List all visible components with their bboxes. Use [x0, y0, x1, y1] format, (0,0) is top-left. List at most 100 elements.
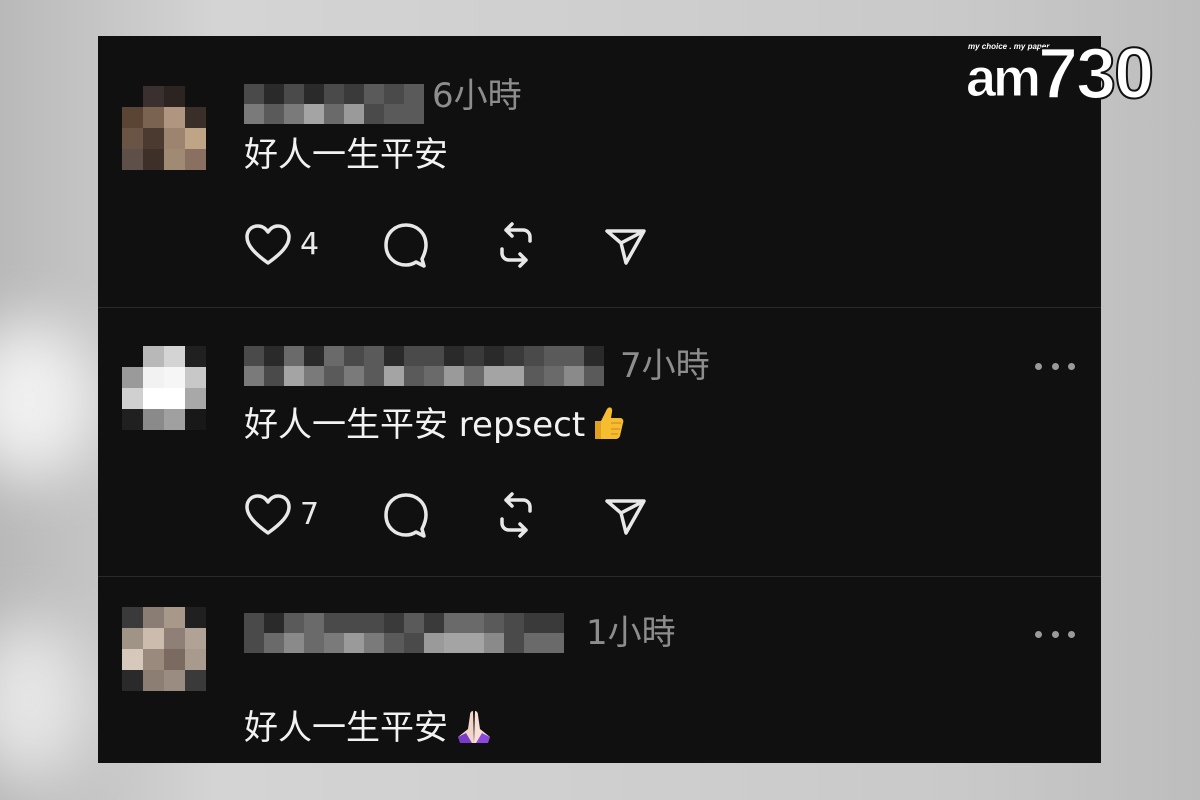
- comment-icon: [384, 493, 428, 538]
- username-pixel: [344, 633, 364, 653]
- username-pixel: [404, 104, 424, 124]
- comments-panel: 6小時 好人一生平安 4 7小時 好人一生平安 repsect 7 1小時 好人…: [98, 36, 1101, 763]
- avatar-pixel: [185, 607, 206, 628]
- username-pixel: [384, 346, 404, 366]
- username-pixel: [324, 84, 344, 104]
- reply-button[interactable]: [382, 220, 430, 270]
- username-pixel: [404, 366, 424, 386]
- username-pixel: [264, 346, 284, 366]
- username-pixel: [484, 346, 504, 366]
- username-pixel: [464, 346, 484, 366]
- timestamp: 6小時: [432, 76, 522, 116]
- username-pixel: [544, 613, 564, 633]
- avatar-pixel: [164, 628, 185, 649]
- more-icon-dot: [1035, 630, 1042, 638]
- username-pixel: [424, 633, 444, 653]
- username-pixel: [304, 104, 324, 124]
- username-pixel: [364, 104, 384, 124]
- avatar[interactable]: [122, 346, 206, 430]
- repost-icon: [500, 222, 532, 268]
- username-pixel: [444, 613, 464, 633]
- username-blurred[interactable]: [244, 613, 564, 653]
- share-button[interactable]: [604, 490, 648, 540]
- comment-text: 好人一生平安 repsect: [244, 403, 625, 453]
- avatar-pixel: [164, 346, 185, 367]
- username-pixel: [344, 104, 364, 124]
- username-blurred[interactable]: [244, 346, 604, 386]
- username-pixel: [464, 613, 484, 633]
- username-pixel: [324, 613, 344, 633]
- avatar-pixel: [122, 346, 143, 367]
- avatar-pixel: [185, 628, 206, 649]
- avatar-pixel: [164, 388, 185, 409]
- avatar-pixel: [143, 107, 164, 128]
- username-blurred[interactable]: [244, 84, 424, 124]
- avatar[interactable]: [122, 86, 206, 170]
- avatar-pixel: [164, 107, 185, 128]
- username-pixel: [384, 84, 404, 104]
- repost-button[interactable]: [492, 220, 540, 270]
- username-pixel: [244, 104, 264, 124]
- like-button[interactable]: 4: [244, 220, 319, 270]
- like-count: 7: [300, 497, 320, 532]
- username-pixel: [504, 346, 524, 366]
- avatar-pixel: [185, 409, 206, 430]
- username-pixel: [384, 613, 404, 633]
- username-pixel: [344, 84, 364, 104]
- avatar-pixel: [143, 628, 164, 649]
- username-pixel: [244, 346, 264, 366]
- username-pixel: [264, 104, 284, 124]
- username-pixel: [344, 346, 364, 366]
- username-pixel: [264, 366, 284, 386]
- action-bar: 7: [244, 490, 664, 540]
- comment-text-content: 好人一生平安: [244, 708, 448, 748]
- thumbs-up-icon: [591, 404, 625, 453]
- username-pixel: [584, 346, 604, 366]
- comment-item: 7小時 好人一生平安 repsect 7: [98, 308, 1101, 576]
- username-pixel: [384, 104, 404, 124]
- username-pixel: [284, 613, 304, 633]
- avatar-pixel: [164, 607, 185, 628]
- avatar-pixel: [143, 149, 164, 170]
- background-blur: [0, 320, 100, 480]
- avatar-pixel: [185, 388, 206, 409]
- username-pixel: [304, 346, 324, 366]
- username-pixel: [564, 366, 584, 386]
- username-pixel: [304, 84, 324, 104]
- avatar-pixel: [185, 346, 206, 367]
- more-icon-dot: [1068, 362, 1075, 370]
- username-pixel: [524, 366, 544, 386]
- repost-button[interactable]: [492, 490, 540, 540]
- timestamp: 7小時: [620, 346, 710, 386]
- avatar-pixel: [143, 649, 164, 670]
- reply-button[interactable]: [382, 490, 430, 540]
- comment-text-content: 好人一生平安: [244, 135, 448, 175]
- avatar-pixel: [185, 86, 206, 107]
- username-pixel: [504, 613, 524, 633]
- username-pixel: [284, 366, 304, 386]
- username-pixel: [544, 366, 564, 386]
- avatar-pixel: [122, 367, 143, 388]
- avatar-pixel: [164, 649, 185, 670]
- more-options-button[interactable]: [1035, 356, 1075, 376]
- username-pixel: [264, 84, 284, 104]
- more-options-button[interactable]: [1035, 624, 1075, 644]
- username-pixel: [444, 633, 464, 653]
- am730-logo: my choice . my paper am 730: [965, 37, 1155, 111]
- username-pixel: [544, 633, 564, 653]
- username-pixel: [244, 633, 264, 653]
- avatar[interactable]: [122, 607, 206, 691]
- username-pixel: [484, 613, 504, 633]
- avatar-pixel: [143, 607, 164, 628]
- share-button[interactable]: [604, 220, 648, 270]
- avatar-pixel: [122, 149, 143, 170]
- avatar-pixel: [185, 367, 206, 388]
- username-pixel: [244, 613, 264, 633]
- username-pixel: [404, 84, 424, 104]
- like-button[interactable]: 7: [244, 490, 319, 540]
- username-pixel: [484, 633, 504, 653]
- avatar-pixel: [143, 670, 164, 691]
- avatar-pixel: [122, 128, 143, 149]
- username-pixel: [404, 633, 424, 653]
- avatar-pixel: [164, 670, 185, 691]
